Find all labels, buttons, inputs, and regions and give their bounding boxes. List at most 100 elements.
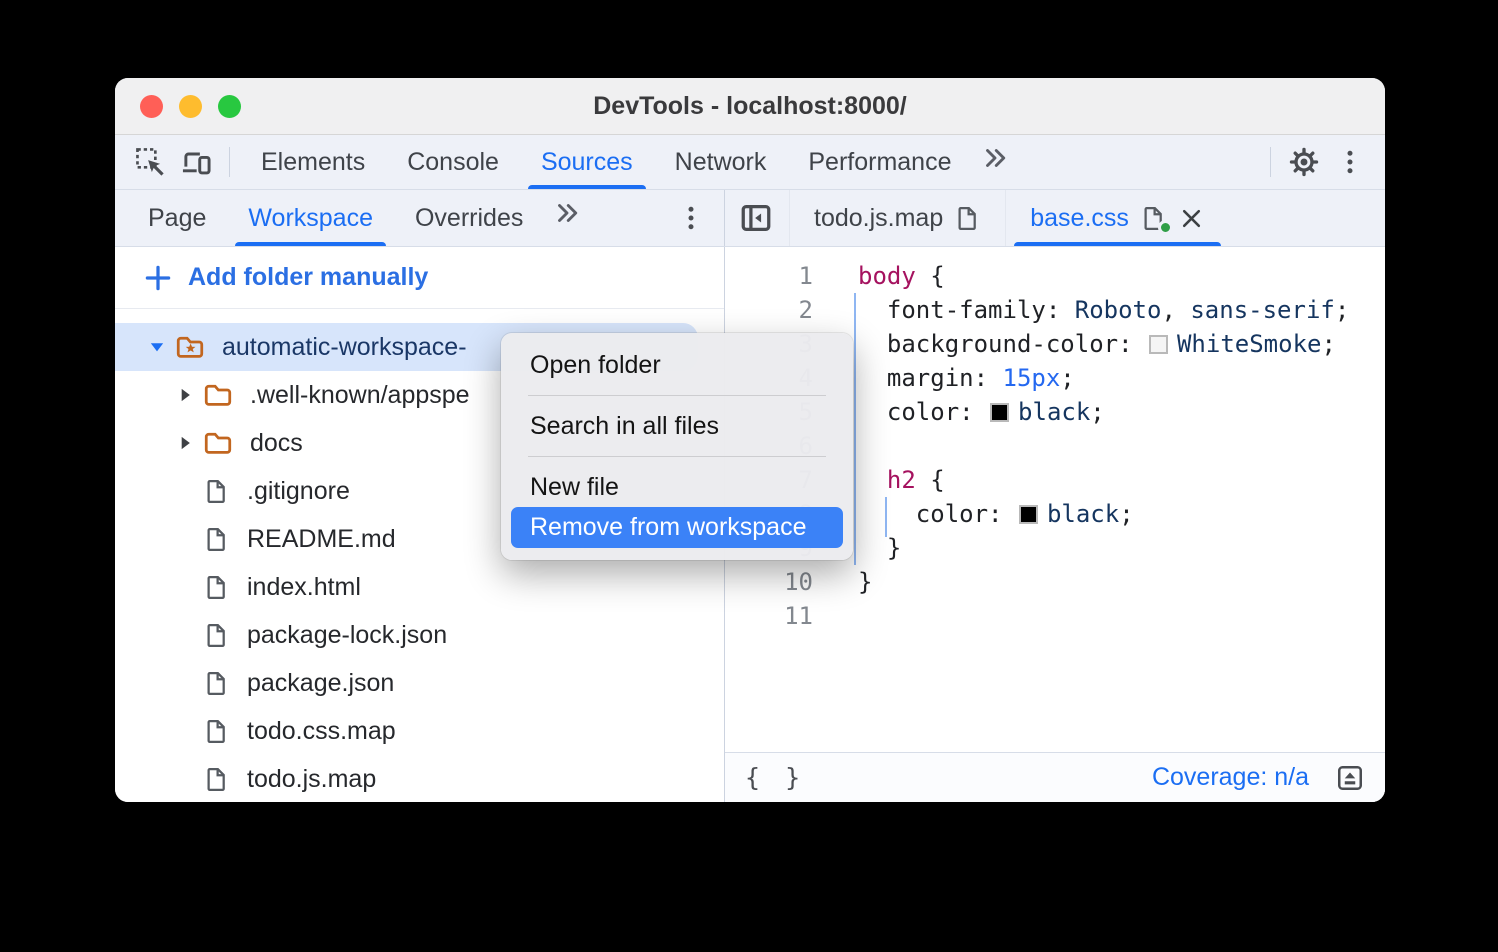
tab-label: Sources (541, 148, 633, 177)
panel-left-toggle-icon[interactable] (739, 201, 773, 235)
folder-icon (203, 428, 233, 458)
inspect-icon-button[interactable] (127, 139, 173, 185)
editor-tab-label: todo.js.map (814, 204, 943, 233)
double-chevron-icon[interactable] (980, 143, 1010, 173)
main-toolbar: ElementsConsole Sources Network Performance (115, 135, 1385, 190)
more-panel-tabs-button[interactable] (544, 190, 590, 236)
color-swatch (1019, 505, 1038, 524)
settings-gear-icon-button[interactable] (1281, 139, 1327, 185)
eject-icon[interactable] (1335, 763, 1365, 793)
device-toolbar-icon[interactable] (180, 146, 212, 178)
tree-item-package-lock-json[interactable]: package-lock.json (115, 611, 724, 659)
menu-item-search-in-all-files[interactable]: Search in all files (511, 406, 843, 446)
triangle-right-icon (174, 384, 196, 406)
file-icon (203, 670, 230, 697)
editor-status-bar: { } Coverage: n/a (725, 752, 1385, 802)
coverage-link[interactable]: Coverage: n/a (1152, 763, 1309, 792)
document-icon (203, 622, 230, 649)
kebab-menu-icon[interactable] (676, 203, 706, 233)
context-menu: Open folder Search in all files New file Re… (501, 333, 853, 560)
kebab-menu-icon[interactable] (1335, 147, 1365, 177)
expand-arrow-icon[interactable] (169, 384, 201, 406)
close-icon[interactable] (1178, 205, 1205, 232)
line-number: 1 (725, 259, 821, 293)
pretty-print-button[interactable]: { } (745, 763, 805, 792)
zoom-window-button[interactable] (218, 95, 241, 118)
folder-icon (203, 380, 233, 410)
document-icon (203, 526, 230, 553)
window-title: DevTools - localhost:8000/ (593, 92, 907, 121)
document-icon (203, 670, 230, 697)
menu-item-new-file[interactable]: New file (511, 467, 843, 507)
code-line: } (858, 531, 1383, 565)
devtools-window: DevTools - localhost:8000/ ElementsConso… (115, 78, 1385, 802)
tab-performance[interactable]: Performance (787, 135, 972, 189)
menu-item-label: Search in all files (530, 412, 719, 441)
device-toolbar-icon-button[interactable] (173, 139, 219, 185)
code-line: h2 { (858, 463, 1383, 497)
more-tabs-button[interactable] (972, 135, 1018, 181)
tab-sources[interactable]: Sources (520, 135, 654, 189)
menu-item-label: Remove from workspace (530, 513, 806, 542)
line-number: 10 (725, 565, 821, 599)
plus-icon (143, 263, 173, 293)
modified-dot (1158, 220, 1173, 235)
tree-item-label: README.md (247, 525, 396, 554)
code-line: } (858, 565, 1383, 599)
editor-tab-strip: todo.js.map base.css (725, 190, 1385, 246)
code-line: background-color: WhiteSmoke; (858, 327, 1383, 361)
toolbar-divider (229, 147, 230, 177)
panel-tab-workspace[interactable]: Workspace (227, 190, 394, 246)
tree-item-package-json[interactable]: package.json (115, 659, 724, 707)
settings-gear-icon[interactable] (1288, 146, 1320, 178)
code-line: font-family: Roboto, sans-serif; (858, 293, 1383, 327)
inspect-icon[interactable] (134, 146, 166, 178)
menu-item-label: New file (530, 473, 619, 502)
active-tab-underline (1014, 242, 1221, 246)
triangle-right-icon (174, 432, 196, 454)
code-line: margin: 15px; (858, 361, 1383, 395)
minimize-window-button[interactable] (179, 95, 202, 118)
kebab-menu-icon-button[interactable] (1327, 139, 1373, 185)
folder-icon (203, 380, 233, 410)
tree-item-todo-css-map[interactable]: todo.css.map (115, 707, 724, 755)
menu-item-open-folder[interactable]: Open folder (511, 345, 843, 385)
tab-elements[interactable]: Elements (240, 135, 386, 189)
tab-label: Network (675, 148, 767, 177)
add-folder-button[interactable]: Add folder manually (115, 247, 724, 309)
file-icon (203, 574, 230, 601)
tab-console[interactable]: Console (386, 135, 520, 189)
expand-arrow-icon[interactable] (169, 432, 201, 454)
panel-tab-label: Workspace (248, 204, 373, 233)
toggle-navigator-button[interactable] (733, 195, 779, 241)
sub-toolbar: Page Workspace Overrides todo.js.map base.c… (115, 190, 1385, 247)
menu-separator (528, 395, 826, 396)
tab-network[interactable]: Network (654, 135, 788, 189)
document-icon (203, 766, 230, 793)
tree-item-label: .gitignore (247, 477, 350, 506)
active-tab-underline (528, 185, 646, 189)
editor-tab-base-css[interactable]: base.css (1005, 190, 1229, 246)
menu-item-remove-from-workspace[interactable]: Remove from workspace (511, 507, 843, 548)
tree-item-label: index.html (247, 573, 361, 602)
tree-item-label: todo.css.map (247, 717, 396, 746)
code-line (858, 429, 1383, 463)
panel-tab-overrides[interactable]: Overrides (394, 190, 544, 246)
expand-arrow-icon[interactable] (141, 336, 173, 358)
navigator-menu-button[interactable] (668, 195, 714, 241)
tree-item-label: package-lock.json (247, 621, 447, 650)
titlebar: DevTools - localhost:8000/ (115, 78, 1385, 135)
double-chevron-icon[interactable] (552, 198, 582, 228)
document-icon (203, 478, 230, 505)
file-icon (203, 622, 230, 649)
tree-item-todo-js-map[interactable]: todo.js.map (115, 755, 724, 802)
panel-tab-page[interactable]: Page (127, 190, 227, 246)
close-window-button[interactable] (140, 95, 163, 118)
tree-item-index-html[interactable]: index.html (115, 563, 724, 611)
editor-tab-todo-js-map[interactable]: todo.js.map (789, 190, 1005, 246)
open-drawer-button[interactable] (1335, 763, 1365, 793)
folder-icon (203, 428, 233, 458)
line-number: 11 (725, 599, 821, 633)
close-tab-button[interactable] (1178, 205, 1205, 232)
panel-tab-label: Overrides (415, 204, 523, 233)
